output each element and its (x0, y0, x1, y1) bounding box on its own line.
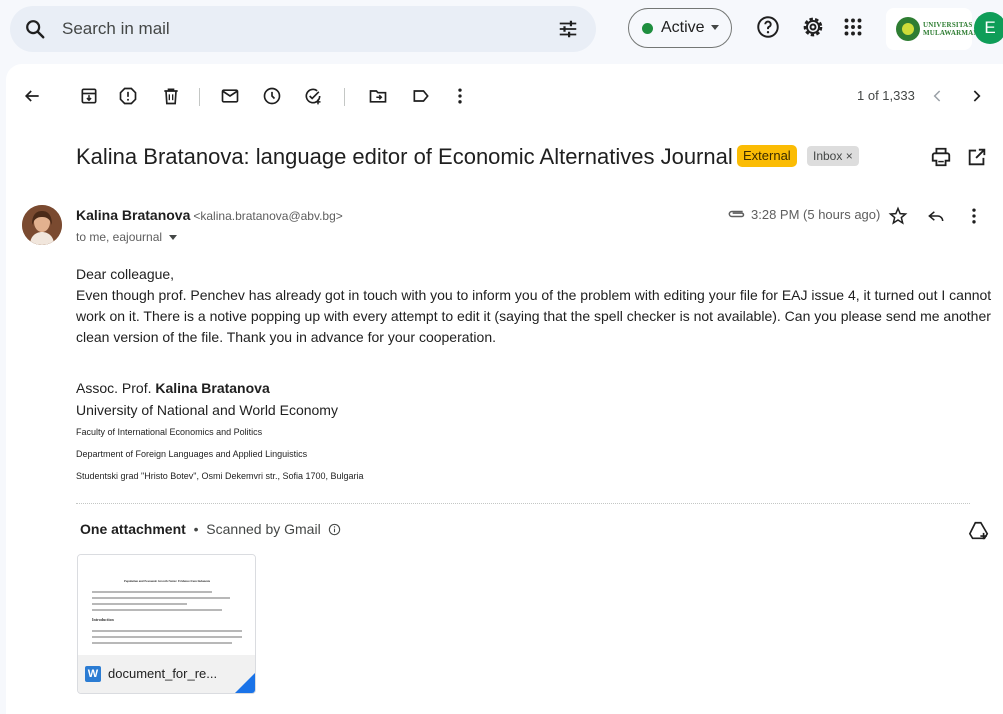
organization-name: UNIVERSITAS MULAWARMAN (923, 21, 979, 37)
recipients-label: to me, eajournal (76, 230, 163, 244)
report-spam-icon[interactable] (118, 86, 138, 106)
email-subject: Kalina Bratanova: language editor of Eco… (76, 144, 733, 169)
email-timestamp: 3:28 PM (5 hours ago) (751, 207, 881, 222)
chevron-down-icon[interactable] (169, 235, 178, 241)
recipients-line[interactable]: to me, eajournal (76, 230, 178, 244)
move-to-icon[interactable] (368, 86, 388, 106)
pagination-label: 1 of 1,333 (857, 88, 915, 103)
search-icon[interactable] (24, 18, 46, 40)
university-logo-icon (896, 17, 920, 41)
attachments-heading: One attachment • Scanned by Gmail (80, 521, 341, 537)
search-bar[interactable]: Search in mail (10, 6, 596, 52)
add-task-icon[interactable] (303, 86, 323, 106)
email-body: Dear colleague, Even though prof. Penche… (76, 264, 1001, 348)
signature-address: Studentski grad "Hristo Botev", Osmi Dek… (76, 471, 364, 481)
email-paragraph: Even though prof. Penchev has already go… (76, 287, 992, 345)
inbox-label-chip[interactable]: Inbox × (807, 146, 859, 166)
status-label: Active (661, 19, 705, 36)
attachment-icon (728, 210, 745, 218)
info-icon[interactable] (328, 523, 341, 536)
signature-university: University of National and World Economy (76, 402, 338, 418)
more-vert-icon[interactable] (450, 86, 470, 106)
snooze-icon[interactable] (262, 86, 282, 106)
label-icon[interactable] (411, 86, 431, 106)
more-options-icon[interactable] (964, 206, 984, 226)
chevron-right-icon[interactable] (966, 86, 986, 106)
sender-photo (22, 205, 62, 245)
sender-line: Kalina Bratanova <kalina.bratanova@abv.bg… (76, 207, 343, 223)
signature-department: Department of Foreign Languages and Appl… (76, 449, 308, 459)
toolbar-divider (344, 88, 345, 106)
sender-email[interactable]: <kalina.bratanova@abv.bg> (193, 209, 342, 223)
attachment-file-name: document_for_re... (108, 666, 218, 681)
open-new-window-icon[interactable] (966, 146, 988, 168)
back-arrow-icon[interactable] (22, 86, 42, 106)
toolbar-divider (199, 88, 200, 106)
delete-icon[interactable] (161, 86, 181, 106)
email-greeting: Dear colleague, (76, 266, 175, 282)
word-file-icon: W (85, 666, 101, 682)
add-to-drive-icon[interactable] (968, 520, 990, 542)
preview-section: Introduction (92, 617, 114, 622)
apps-grid-icon[interactable] (840, 14, 866, 40)
organization-badge[interactable]: UNIVERSITAS MULAWARMAN (886, 8, 978, 50)
preview-title: Population and Economic Growth Nexus: Ev… (124, 579, 210, 583)
file-corner-fold-icon (235, 673, 255, 693)
message-panel: 1 of 1,333 Kalina Bratanova: language ed… (6, 64, 1003, 714)
scanned-label: Scanned by Gmail (206, 521, 321, 537)
help-icon[interactable] (755, 14, 781, 40)
signature-faculty: Faculty of International Economics and P… (76, 427, 263, 437)
sender-avatar[interactable] (22, 205, 62, 245)
print-icon[interactable] (930, 146, 952, 168)
attachments-divider (76, 503, 970, 504)
reply-icon[interactable] (926, 206, 946, 226)
chevron-left-icon[interactable] (928, 86, 948, 106)
status-dot (642, 23, 653, 34)
status-selector[interactable]: Active (628, 8, 732, 48)
account-avatar[interactable]: E (974, 12, 1003, 44)
sender-name[interactable]: Kalina Bratanova (76, 207, 190, 223)
search-input[interactable]: Search in mail (62, 19, 170, 39)
signature-name-line: Assoc. Prof. Kalina Bratanova (76, 380, 270, 396)
archive-icon[interactable] (79, 86, 99, 106)
mark-unread-icon[interactable] (220, 86, 240, 106)
star-icon[interactable] (888, 206, 908, 226)
email-signature: Assoc. Prof. Kalina Bratanova University… (76, 377, 364, 487)
chevron-down-icon (711, 25, 719, 30)
search-options-icon[interactable] (557, 18, 579, 40)
external-label: External (737, 145, 797, 167)
settings-gear-icon[interactable] (800, 14, 826, 40)
attachment-footer: W document_for_re... (78, 655, 255, 693)
attachment-preview: Population and Economic Growth Nexus: Ev… (78, 555, 255, 655)
attachment-card[interactable]: Population and Economic Growth Nexus: Ev… (77, 554, 256, 694)
